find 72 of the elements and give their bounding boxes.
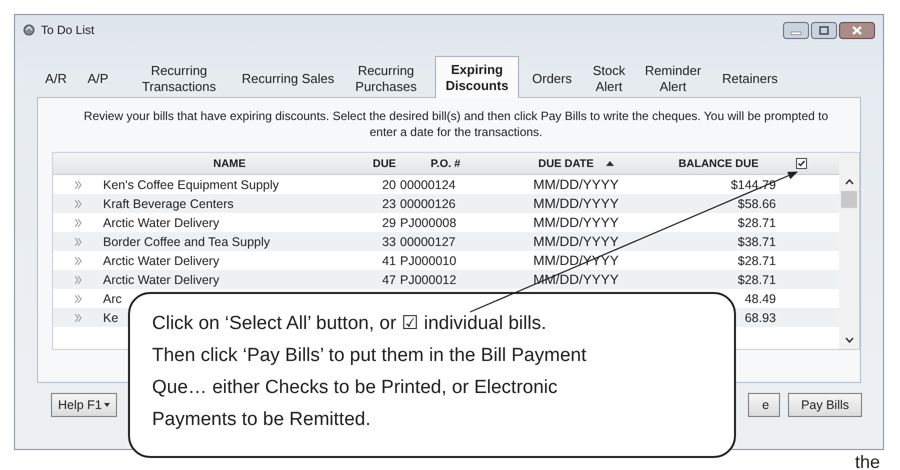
callout-text: Click on ‘Select All’ button, or ☑ individual bills. Then click ‘Pay Bills’ to put them in the Bill Payment Que… either Checks to be Printed, or Electronic Payments to be Remitted. bbox=[152, 312, 588, 432]
table-cell: 00000127 bbox=[400, 234, 456, 248]
tab[interactable]: Recurring Sales bbox=[239, 61, 337, 97]
tab[interactable]: Stock Alert bbox=[585, 61, 633, 97]
close-icon[interactable] bbox=[839, 22, 875, 38]
scrollbar[interactable] bbox=[839, 153, 859, 349]
table-cell: Arctic Water Delivery bbox=[103, 254, 220, 268]
table-cell: MM/DD/YYYY bbox=[533, 234, 619, 249]
table-cell: 20 bbox=[382, 178, 396, 192]
tab[interactable]: Recurring Transactions bbox=[119, 61, 239, 97]
page-text: the bbox=[854, 452, 880, 470]
sort-ascending-icon bbox=[606, 161, 614, 166]
table-cell: 47 bbox=[382, 272, 396, 286]
tab[interactable]: Retainers bbox=[713, 61, 787, 97]
row-arrow-icon bbox=[74, 294, 82, 302]
button[interactable]: e bbox=[748, 393, 780, 417]
row-arrow-icon bbox=[74, 314, 82, 322]
table-cell: Arc bbox=[103, 292, 122, 306]
table-cell: 29 bbox=[382, 216, 396, 230]
table-cell: PJ000012 bbox=[400, 272, 456, 286]
table-cell: $58.66 bbox=[738, 196, 776, 210]
column-header[interactable]: NAME bbox=[103, 158, 356, 170]
maximize-icon[interactable] bbox=[811, 22, 837, 38]
button[interactable]: Help F1 bbox=[51, 393, 117, 417]
table-cell: 00000126 bbox=[400, 196, 456, 210]
table-cell: MM/DD/YYYY bbox=[533, 196, 619, 211]
table-cell: 23 bbox=[382, 196, 396, 210]
checkbox[interactable] bbox=[796, 158, 806, 169]
caret-icon bbox=[104, 403, 110, 407]
table-cell: Kraft Beverage Centers bbox=[103, 196, 234, 210]
table-cell: MM/DD/YYYY bbox=[533, 215, 619, 230]
table-cell: 48.49 bbox=[744, 292, 776, 306]
row-arrow-icon bbox=[74, 256, 82, 264]
table-cell: $28.71 bbox=[738, 254, 776, 268]
tab[interactable]: Reminder Alert bbox=[633, 61, 713, 97]
scroll-up-icon[interactable] bbox=[844, 179, 854, 185]
tab[interactable]: A/R bbox=[35, 61, 77, 97]
row-arrow-icon bbox=[74, 200, 82, 208]
column-header[interactable]: BALANCE DUE bbox=[661, 158, 776, 170]
column-header[interactable]: DUE bbox=[356, 158, 396, 170]
tab[interactable]: Orders bbox=[519, 61, 585, 97]
tab[interactable]: Expiring Discounts bbox=[435, 56, 519, 98]
app-icon bbox=[23, 24, 35, 36]
table-cell: Arctic Water Delivery bbox=[103, 272, 220, 286]
column-header[interactable]: P.O. # bbox=[396, 158, 491, 170]
row-arrow-icon bbox=[74, 218, 82, 226]
row-arrow-icon bbox=[74, 180, 82, 188]
button[interactable]: Pay Bills bbox=[788, 393, 862, 417]
table-cell: $38.71 bbox=[738, 234, 776, 248]
table-cell: PJ000010 bbox=[400, 254, 456, 268]
scroll-thumb[interactable] bbox=[841, 191, 857, 208]
table-cell: Arctic Water Delivery bbox=[103, 216, 220, 230]
table-cell: 33 bbox=[382, 234, 396, 248]
minimize-icon[interactable] bbox=[783, 22, 809, 38]
table-cell: 68.93 bbox=[744, 310, 776, 324]
scroll-down-icon[interactable] bbox=[844, 337, 854, 343]
table-cell: MM/DD/YYYY bbox=[533, 177, 619, 192]
table-cell: Border Coffee and Tea Supply bbox=[103, 234, 270, 248]
row-arrow-icon bbox=[74, 276, 82, 284]
table-cell: Ke bbox=[103, 310, 118, 324]
table-cell: 41 bbox=[382, 254, 396, 268]
table-cell: $28.71 bbox=[738, 272, 776, 286]
tab[interactable]: Recurring Purchases bbox=[337, 61, 435, 97]
table-cell: 00000124 bbox=[400, 178, 456, 192]
column-header[interactable]: DUE DATE bbox=[491, 158, 661, 170]
row-arrow-icon bbox=[74, 238, 82, 246]
table-cell: PJ000008 bbox=[400, 216, 456, 230]
tab[interactable]: A/P bbox=[77, 61, 119, 97]
instructions-text: Review your bills that have expiring discounts. Select the desired bill(s) and then click Pay Bills to write the cheques. You will be prompted to enter a date for the transactions. bbox=[82, 108, 830, 140]
window-title: To Do List bbox=[41, 23, 94, 37]
table-cell: Ken's Coffee Equipment Supply bbox=[103, 178, 279, 192]
table-cell: $28.71 bbox=[738, 216, 776, 230]
